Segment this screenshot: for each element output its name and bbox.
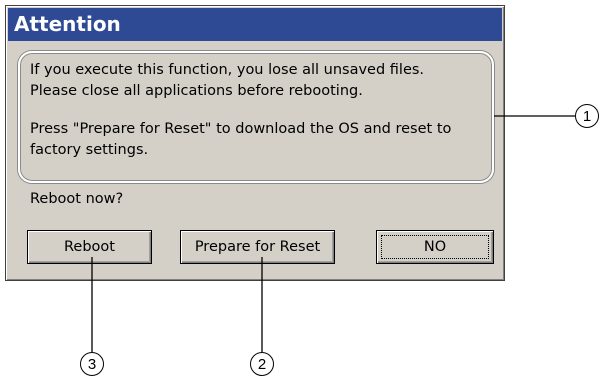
callout-3: 3 [80, 352, 104, 376]
callout-1: 1 [575, 104, 599, 128]
callout-lines [91, 115, 575, 352]
callout-2: 2 [250, 352, 274, 376]
